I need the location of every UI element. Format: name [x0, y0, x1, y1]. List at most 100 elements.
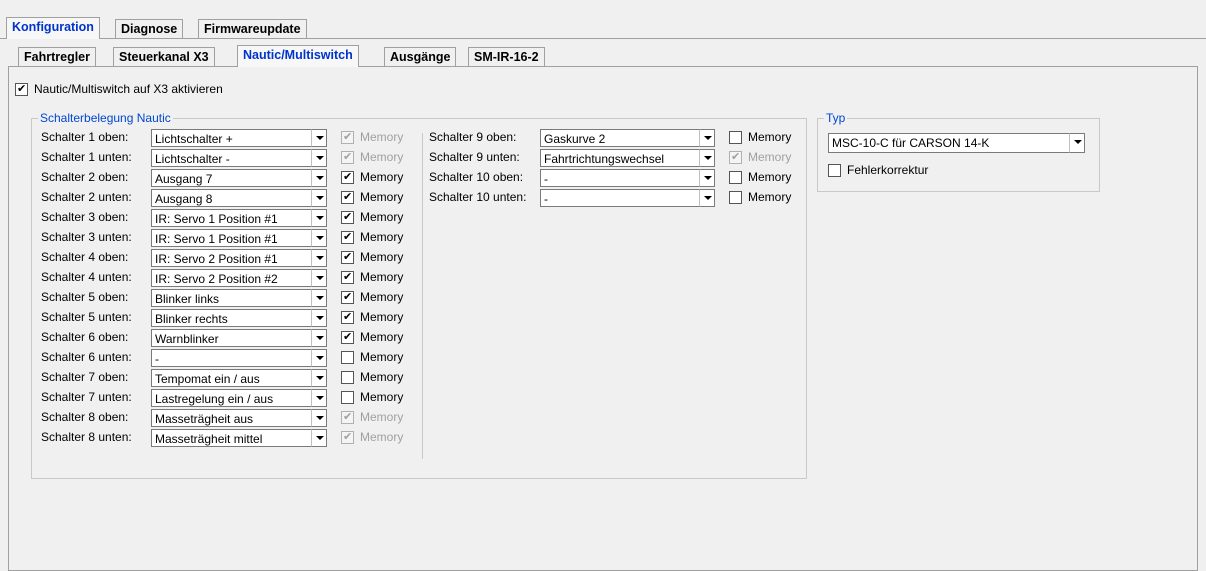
memory-checkbox[interactable]: [341, 371, 354, 384]
tab-sm-ir-16-2[interactable]: SM-IR-16-2: [468, 47, 545, 67]
switch-row: Schalter 7 oben: Tempomat ein / aus Memory: [41, 369, 437, 388]
switch-label: Schalter 2 unten:: [41, 190, 132, 204]
tab-konfiguration[interactable]: Konfiguration: [6, 17, 100, 39]
switch-row: Schalter 7 unten: Lastregelung ein / aus M…: [41, 389, 437, 408]
chevron-down-icon[interactable]: [311, 289, 327, 307]
switch-function-select[interactable]: IR: Servo 2 Position #1: [151, 249, 327, 267]
switch-function-select[interactable]: Masseträgheit aus: [151, 409, 327, 427]
chevron-down-icon[interactable]: [699, 149, 715, 167]
memory-checkbox[interactable]: [341, 169, 354, 184]
chevron-down-icon[interactable]: [311, 369, 327, 387]
switch-label: Schalter 9 oben:: [429, 130, 517, 144]
chevron-down-icon[interactable]: [311, 229, 327, 247]
chevron-down-icon[interactable]: [1069, 133, 1085, 153]
tab-diagnose[interactable]: Diagnose: [115, 19, 184, 39]
chevron-down-icon[interactable]: [311, 349, 327, 367]
fehlerkorrektur-checkbox[interactable]: [828, 164, 841, 177]
switch-function-select[interactable]: -: [540, 189, 715, 207]
memory-label: Memory: [360, 290, 404, 304]
memory-label: Memory: [360, 210, 404, 224]
switch-row: Schalter 4 oben: IR: Servo 2 Position #1 M…: [41, 249, 437, 268]
memory-label: Memory: [360, 270, 404, 284]
chevron-down-icon[interactable]: [311, 269, 327, 287]
switch-label: Schalter 8 oben:: [41, 410, 129, 424]
switch-function-select[interactable]: Lastregelung ein / aus: [151, 389, 327, 407]
chevron-down-icon[interactable]: [311, 209, 327, 227]
switch-function-select[interactable]: IR: Servo 1 Position #1: [151, 209, 327, 227]
memory-checkbox[interactable]: [729, 191, 742, 204]
memory-checkbox[interactable]: [341, 149, 354, 164]
chevron-down-icon[interactable]: [311, 129, 327, 147]
switch-function-select[interactable]: IR: Servo 2 Position #2: [151, 269, 327, 287]
memory-checkbox[interactable]: [729, 149, 742, 164]
typ-select[interactable]: MSC-10-C für CARSON 14-K: [828, 133, 1085, 153]
memory-checkbox[interactable]: [341, 249, 354, 264]
tab-steuerkanal-x3[interactable]: Steuerkanal X3: [113, 47, 215, 67]
switch-function-select[interactable]: -: [540, 169, 715, 187]
memory-checkbox[interactable]: [341, 391, 354, 404]
switch-function-select[interactable]: Lichtschalter -: [151, 149, 327, 167]
switch-label: Schalter 5 unten:: [41, 310, 132, 324]
memory-label: Memory: [360, 430, 404, 444]
memory-checkbox[interactable]: [341, 429, 354, 444]
chevron-down-icon[interactable]: [311, 429, 327, 447]
memory-checkbox[interactable]: [341, 229, 354, 244]
switch-label: Schalter 6 oben:: [41, 330, 129, 344]
memory-checkbox[interactable]: [341, 409, 354, 424]
memory-checkbox[interactable]: [341, 329, 354, 344]
memory-checkbox[interactable]: [341, 209, 354, 224]
switch-function-select[interactable]: Tempomat ein / aus: [151, 369, 327, 387]
chevron-down-icon[interactable]: [311, 189, 327, 207]
chevron-down-icon[interactable]: [699, 169, 715, 187]
memory-checkbox[interactable]: [729, 171, 742, 184]
chevron-down-icon[interactable]: [311, 149, 327, 167]
memory-checkbox[interactable]: [341, 129, 354, 144]
tab-firmwareupdate[interactable]: Firmwareupdate: [198, 19, 307, 39]
switch-function-select[interactable]: Lichtschalter +: [151, 129, 327, 147]
chevron-down-icon[interactable]: [311, 309, 327, 327]
activate-nautic-checkbox[interactable]: [15, 81, 28, 96]
chevron-down-icon[interactable]: [311, 249, 327, 267]
fehlerkorrektur-label: Fehlerkorrektur: [847, 163, 929, 177]
memory-checkbox[interactable]: [341, 269, 354, 284]
memory-label: Memory: [360, 310, 404, 324]
memory-label: Memory: [360, 150, 404, 164]
chevron-down-icon[interactable]: [311, 389, 327, 407]
group-schalterbelegung-title: Schalterbelegung Nautic: [38, 111, 173, 125]
chevron-down-icon[interactable]: [699, 129, 715, 147]
switch-function-select[interactable]: Ausgang 7: [151, 169, 327, 187]
chevron-down-icon[interactable]: [699, 189, 715, 207]
tab-nautic-multiswitch[interactable]: Nautic/Multiswitch: [237, 45, 359, 67]
chevron-down-icon[interactable]: [311, 169, 327, 187]
switch-function-select[interactable]: Blinker rechts: [151, 309, 327, 327]
memory-checkbox[interactable]: [729, 131, 742, 144]
tab-fahrtregler[interactable]: Fahrtregler: [18, 47, 96, 67]
switch-label: Schalter 10 oben:: [429, 170, 524, 184]
memory-checkbox[interactable]: [341, 289, 354, 304]
switch-row: Schalter 6 oben: Warnblinker Memory: [41, 329, 437, 348]
switch-row: Schalter 9 oben: Gaskurve 2 Memory: [429, 129, 825, 148]
memory-checkbox[interactable]: [341, 189, 354, 204]
memory-label: Memory: [360, 230, 404, 244]
memory-label: Memory: [748, 130, 792, 144]
tab-ausgaenge[interactable]: Ausgänge: [384, 47, 457, 67]
chevron-down-icon[interactable]: [311, 409, 327, 427]
switch-function-select[interactable]: Blinker links: [151, 289, 327, 307]
switch-function-select[interactable]: -: [151, 349, 327, 367]
switch-row: Schalter 3 unten: IR: Servo 1 Position #1…: [41, 229, 437, 248]
switch-function-value: -: [155, 352, 159, 366]
switch-function-select[interactable]: Gaskurve 2: [540, 129, 715, 147]
switch-function-select[interactable]: Warnblinker: [151, 329, 327, 347]
chevron-down-icon[interactable]: [311, 329, 327, 347]
column-separator: [422, 133, 423, 459]
switch-function-select[interactable]: Ausgang 8: [151, 189, 327, 207]
switch-row: Schalter 5 oben: Blinker links Memory: [41, 289, 437, 308]
memory-checkbox[interactable]: [341, 351, 354, 364]
switch-function-value: IR: Servo 1 Position #1: [155, 232, 278, 246]
switch-function-select[interactable]: IR: Servo 1 Position #1: [151, 229, 327, 247]
switch-function-select[interactable]: Fahrtrichtungswechsel: [540, 149, 715, 167]
switch-label: Schalter 6 unten:: [41, 350, 132, 364]
memory-checkbox[interactable]: [341, 309, 354, 324]
switch-label: Schalter 1 oben:: [41, 130, 129, 144]
switch-function-select[interactable]: Masseträgheit mittel: [151, 429, 327, 447]
